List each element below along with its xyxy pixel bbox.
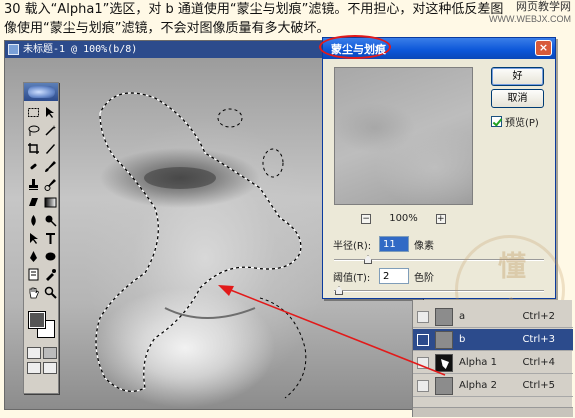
channel-row[interactable]: Alpha 1 Ctrl+4 bbox=[413, 352, 573, 374]
standard-mode-button[interactable] bbox=[27, 347, 41, 359]
site-url: WWW.WEBJX.COM bbox=[489, 14, 571, 24]
channel-name: a bbox=[459, 311, 466, 322]
screen-mode-button[interactable] bbox=[27, 362, 41, 374]
mode-buttons bbox=[27, 347, 57, 374]
shape-tool-icon[interactable] bbox=[43, 249, 58, 264]
channel-name: b bbox=[459, 334, 466, 345]
tutorial-caption: 30 载入“Alpha1”选区，对 b 通道使用“蒙尘与划痕”滤镜。不用担心，对… bbox=[4, 0, 564, 38]
channels-panel-footer bbox=[413, 407, 573, 417]
pen-tool-icon[interactable] bbox=[26, 249, 41, 264]
dodge-tool-icon[interactable] bbox=[43, 213, 58, 228]
foreground-color-swatch[interactable] bbox=[28, 311, 46, 329]
channel-thumbnail bbox=[435, 331, 453, 349]
caption-line-2: 像使用“蒙尘与划痕”滤镜，不会对图像质量有多大破坏。 bbox=[4, 21, 330, 36]
history-brush-tool-icon[interactable] bbox=[43, 177, 58, 192]
path-selection-tool-icon[interactable] bbox=[26, 231, 41, 246]
zoom-level: 100% bbox=[389, 213, 418, 224]
channel-row[interactable]: Alpha 2 Ctrl+5 bbox=[413, 375, 573, 397]
channel-row[interactable]: a Ctrl+2 bbox=[413, 306, 573, 328]
site-title: 网页教学网 bbox=[516, 1, 571, 13]
blur-tool-icon[interactable] bbox=[26, 213, 41, 228]
radius-unit: 像素 bbox=[414, 240, 434, 252]
radius-label: 半径(R): bbox=[333, 240, 372, 252]
zoom-tool-icon[interactable] bbox=[43, 285, 58, 300]
eye-icon[interactable] bbox=[417, 334, 429, 346]
channel-name: Alpha 1 bbox=[459, 357, 497, 368]
zoom-out-button[interactable]: − bbox=[361, 213, 372, 224]
slice-tool-icon[interactable] bbox=[43, 141, 58, 156]
tools-palette[interactable] bbox=[23, 82, 59, 394]
dialog-title: 蒙尘与划痕 bbox=[331, 43, 386, 56]
threshold-row: 阈值(T): 色阶 bbox=[333, 268, 434, 284]
channel-name: Alpha 2 bbox=[459, 380, 497, 391]
move-tool-icon[interactable] bbox=[43, 105, 58, 120]
eyedropper-tool-icon[interactable] bbox=[43, 267, 58, 282]
visibility-toggle[interactable] bbox=[417, 380, 429, 392]
preview-checkbox[interactable] bbox=[491, 116, 502, 127]
marquee-tool-icon[interactable] bbox=[26, 105, 41, 120]
threshold-label: 阈值(T): bbox=[333, 272, 371, 284]
channels-panel: a Ctrl+2 b Ctrl+3 Alpha 1 Ctrl+4 Alpha 2… bbox=[412, 300, 573, 417]
dialog-titlebar[interactable]: 蒙尘与划痕 × bbox=[319, 35, 555, 59]
tutorial-screenshot: 30 载入“Alpha1”选区，对 b 通道使用“蒙尘与划痕”滤镜。不用担心，对… bbox=[0, 0, 575, 418]
gradient-tool-icon[interactable] bbox=[43, 195, 58, 210]
channel-thumbnail bbox=[435, 377, 453, 395]
site-watermark: 网页教学网 WWW.WEBJX.COM bbox=[489, 1, 571, 25]
color-swatches[interactable] bbox=[28, 311, 58, 341]
preview-zoom-controls: − 100% + bbox=[334, 213, 473, 224]
lasso-tool-icon[interactable] bbox=[26, 123, 41, 138]
preview-checkbox-row[interactable]: 预览(P) bbox=[491, 114, 539, 129]
radius-slider-thumb[interactable] bbox=[364, 255, 372, 264]
type-tool-icon[interactable] bbox=[43, 231, 58, 246]
photoshop-feather-icon bbox=[28, 86, 55, 98]
jump-to-imageready-button[interactable] bbox=[43, 362, 57, 374]
threshold-unit: 色阶 bbox=[414, 272, 434, 284]
brush-tool-icon[interactable] bbox=[43, 159, 58, 174]
close-icon[interactable]: × bbox=[535, 40, 552, 56]
clone-stamp-tool-icon[interactable] bbox=[26, 177, 41, 192]
channel-shortcut: Ctrl+4 bbox=[522, 357, 555, 368]
threshold-input[interactable] bbox=[379, 268, 409, 284]
magic-wand-tool-icon[interactable] bbox=[43, 123, 58, 138]
visibility-toggle[interactable] bbox=[417, 311, 429, 323]
crop-tool-icon[interactable] bbox=[26, 141, 41, 156]
channel-shortcut: Ctrl+2 bbox=[522, 311, 555, 322]
channel-row-selected[interactable]: b Ctrl+3 bbox=[413, 329, 573, 351]
channel-shortcut: Ctrl+3 bbox=[522, 334, 555, 345]
caption-line-1: 30 载入“Alpha1”选区，对 b 通道使用“蒙尘与划痕”滤镜。不用担心，对… bbox=[4, 2, 504, 17]
eraser-tool-icon[interactable] bbox=[26, 195, 41, 210]
ok-button[interactable]: 好 bbox=[491, 67, 544, 86]
filter-preview[interactable] bbox=[334, 67, 473, 205]
notes-tool-icon[interactable] bbox=[26, 267, 41, 282]
channel-thumbnail bbox=[435, 308, 453, 326]
document-icon bbox=[8, 44, 19, 55]
channel-thumbnail bbox=[435, 354, 453, 372]
quick-mask-mode-button[interactable] bbox=[43, 347, 57, 359]
preview-checkbox-label: 预览(P) bbox=[505, 118, 539, 129]
radius-row: 半径(R): 像素 bbox=[333, 236, 434, 252]
document-title: 未标题-1 @ 100%(b/8) bbox=[23, 44, 138, 55]
threshold-slider-thumb[interactable] bbox=[335, 286, 343, 295]
zoom-in-button[interactable]: + bbox=[435, 213, 446, 224]
radius-input[interactable] bbox=[379, 236, 409, 252]
tools-palette-header[interactable] bbox=[24, 83, 58, 101]
visibility-toggle[interactable] bbox=[417, 357, 429, 369]
cancel-button[interactable]: 取消 bbox=[491, 89, 544, 108]
tool-grid bbox=[26, 105, 58, 300]
channel-shortcut: Ctrl+5 bbox=[522, 380, 555, 391]
healing-brush-tool-icon[interactable] bbox=[26, 159, 41, 174]
hand-tool-icon[interactable] bbox=[26, 285, 41, 300]
